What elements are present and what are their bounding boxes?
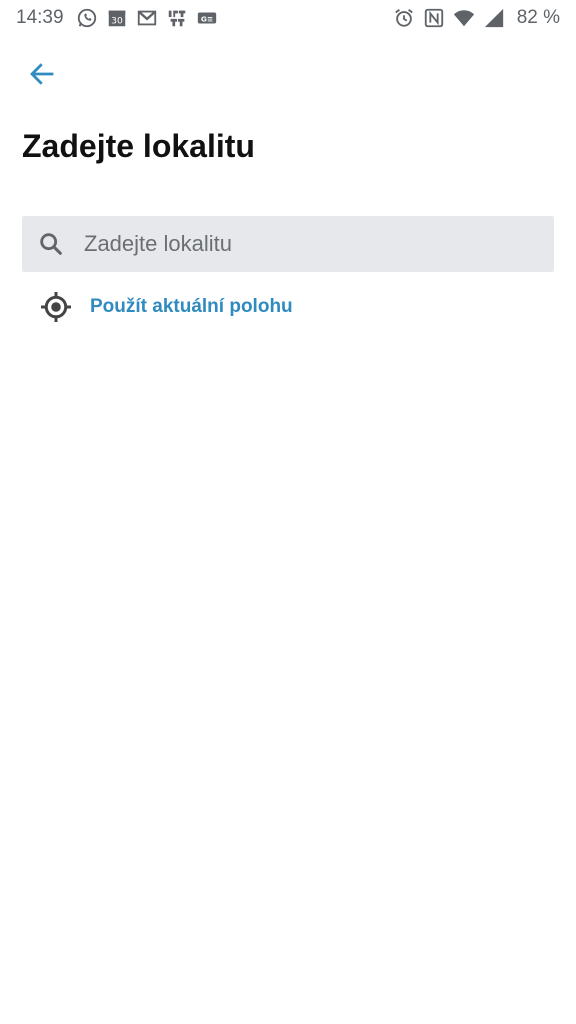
status-bar-right: 82 %	[393, 7, 560, 29]
alarm-icon	[393, 7, 415, 29]
use-current-location-button[interactable]: Použít aktuální polohu	[36, 286, 293, 328]
status-time: 14:39	[16, 7, 64, 28]
svg-text:G≡: G≡	[200, 15, 212, 24]
page-title: Zadejte lokalitu	[22, 128, 255, 164]
back-button[interactable]	[22, 54, 62, 94]
gmail-icon	[136, 7, 158, 29]
battery-level: 82 %	[516, 7, 560, 28]
search-icon	[36, 229, 66, 259]
calendar-icon: 30	[106, 7, 128, 29]
signal-icon	[483, 7, 505, 29]
wifi-icon	[453, 7, 475, 29]
location-search-box[interactable]	[22, 216, 554, 272]
status-bar-left: 14:39 30 G≡	[16, 7, 218, 29]
game-icon: G≡	[196, 7, 218, 29]
ifttt-icon	[166, 7, 188, 29]
gps-target-icon	[36, 287, 76, 327]
use-current-location-label: Použít aktuální polohu	[90, 296, 293, 317]
location-search-input[interactable]	[84, 224, 524, 264]
nfc-icon	[423, 7, 445, 29]
arrow-left-icon	[27, 59, 57, 89]
whatsapp-icon	[76, 7, 98, 29]
svg-text:30: 30	[111, 16, 123, 27]
status-bar: 14:39 30 G≡ 82 %	[0, 0, 576, 36]
